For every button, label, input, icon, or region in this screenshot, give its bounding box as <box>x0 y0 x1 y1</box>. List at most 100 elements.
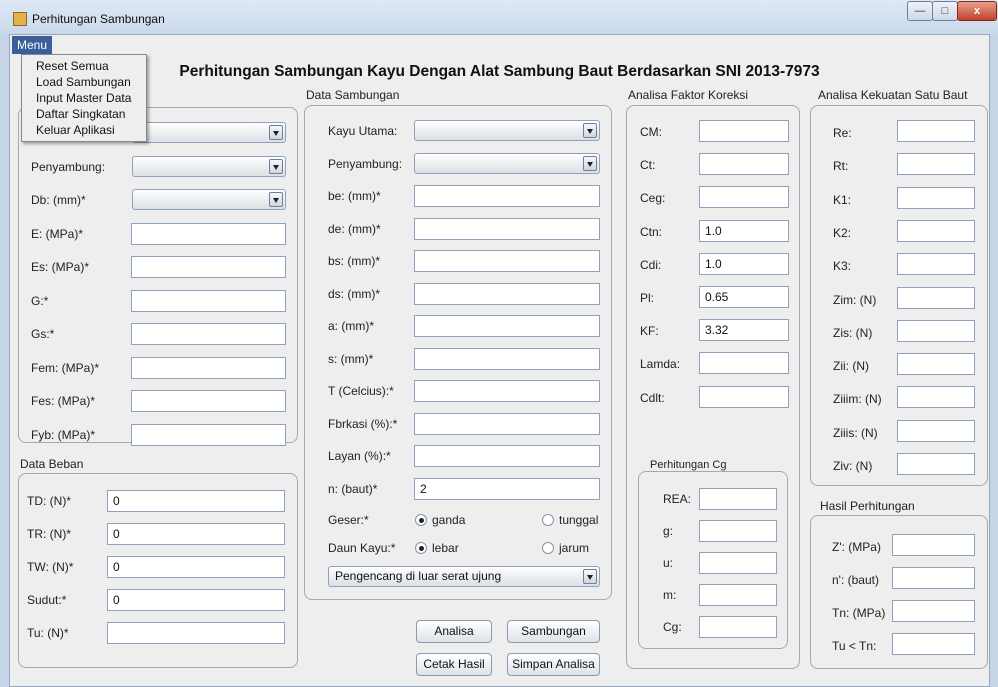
input-sudut[interactable]: 0 <box>107 589 285 611</box>
input-de-mm[interactable] <box>414 217 600 240</box>
menu-item-reset-semua[interactable]: Reset Semua <box>22 58 146 74</box>
radio-label-jarum: jarum <box>559 541 590 555</box>
radio-dot-lebar[interactable] <box>415 542 427 554</box>
menu-item-keluar-aplikasi[interactable]: Keluar Aplikasi <box>22 122 146 138</box>
input-ziiis-n[interactable] <box>897 419 975 442</box>
dropdown-penyambung[interactable] <box>132 155 286 177</box>
input-n-baut[interactable]: 2 <box>414 477 600 500</box>
input-tw-n[interactable]: 0 <box>107 556 285 578</box>
label-zim-n: Zim: (N) <box>833 292 877 307</box>
label-cm: CM: <box>640 125 662 139</box>
menu-popup: Reset Semua Load Sambungan Input Master Da… <box>21 54 147 142</box>
input-hasil-n-baut[interactable] <box>892 567 975 589</box>
radio-dot-jarum[interactable] <box>542 542 554 554</box>
label-cg-m: m: <box>663 588 677 602</box>
input-tr-n[interactable]: 0 <box>107 523 285 545</box>
input-fes-mpa[interactable] <box>131 390 286 412</box>
input-s-mm[interactable] <box>414 347 600 370</box>
input-k2[interactable] <box>897 219 975 242</box>
input-hasil-tu-tn[interactable] <box>892 633 975 655</box>
input-e-mpa[interactable] <box>131 222 286 245</box>
input-fyb-mpa[interactable] <box>131 423 286 446</box>
input-ziiim-n[interactable] <box>897 386 975 409</box>
radio-lebar[interactable]: lebar <box>415 541 495 555</box>
radio-tunggal[interactable]: tunggal <box>542 513 622 527</box>
input-cdi[interactable]: 1.0 <box>699 252 789 275</box>
menu-item-daftar-singkatan[interactable]: Daftar Singkatan <box>22 106 146 122</box>
input-hasil-tn-mpa[interactable] <box>892 600 975 622</box>
radio-jarum[interactable]: jarum <box>542 541 622 555</box>
input-k3[interactable] <box>897 253 975 276</box>
label-layan: Layan (%):* <box>328 449 391 463</box>
close-button[interactable]: x <box>957 1 997 21</box>
dropdown-penyambung[interactable] <box>414 152 600 174</box>
chevron-down-icon[interactable] <box>269 125 283 140</box>
input-zim-n[interactable] <box>897 286 975 309</box>
input-gs[interactable] <box>131 323 286 345</box>
input-tu-n[interactable] <box>107 622 285 644</box>
input-ct[interactable] <box>699 153 789 176</box>
label-ceg: Ceg: <box>640 191 666 206</box>
menu-item-load-sambungan[interactable]: Load Sambungan <box>22 74 146 90</box>
sambungan-button[interactable]: Sambungan <box>507 620 600 643</box>
chevron-down-icon[interactable] <box>583 569 597 584</box>
geser-label: Geser:* <box>328 513 369 527</box>
input-layan[interactable] <box>414 445 600 467</box>
input-cg-cg[interactable] <box>699 616 777 638</box>
input-g[interactable] <box>131 289 286 312</box>
input-zii-n[interactable] <box>897 353 975 376</box>
input-hasil-z-mpa[interactable] <box>892 534 975 556</box>
dropdown-pengencang[interactable]: Pengencang di luar serat ujung <box>328 566 600 587</box>
label-cg-cg: Cg: <box>663 620 682 634</box>
dropdown-db-mm[interactable] <box>132 189 286 210</box>
dropdown-kayu-utama[interactable] <box>414 120 600 141</box>
label-k3: K3: <box>833 259 852 274</box>
input-ceg[interactable] <box>699 186 789 209</box>
label-a-mm: a: (mm)* <box>328 319 374 333</box>
input-fbrkasi[interactable] <box>414 412 600 435</box>
label-fbrkasi: Fbrkasi (%):* <box>328 416 398 431</box>
chevron-down-icon[interactable] <box>269 158 283 174</box>
input-cdlt[interactable] <box>699 385 789 408</box>
input-es-mpa[interactable] <box>131 256 286 278</box>
input-bs-mm[interactable] <box>414 250 600 272</box>
label-hasil-tn-mpa: Tn: (MPa) <box>832 606 886 620</box>
koreksi-title: Analisa Faktor Koreksi <box>628 88 749 102</box>
input-rt[interactable] <box>897 153 975 176</box>
menu-button[interactable]: Menu <box>12 36 53 54</box>
input-cg-rea[interactable] <box>699 488 777 510</box>
input-lamda[interactable] <box>699 352 789 375</box>
radio-ganda[interactable]: ganda <box>415 513 495 527</box>
input-ds-mm[interactable] <box>414 282 600 305</box>
chevron-down-icon[interactable] <box>583 155 597 171</box>
menu-item-input-master-data[interactable]: Input Master Data <box>22 90 146 106</box>
dropdown-kayu-utama[interactable] <box>132 122 286 143</box>
analisa-button[interactable]: Analisa <box>416 620 492 643</box>
input-td-n[interactable]: 0 <box>107 490 285 512</box>
minimize-button[interactable]: — <box>907 1 933 21</box>
input-cm[interactable] <box>699 120 789 142</box>
cetak-hasil-button[interactable]: Cetak Hasil <box>416 653 492 676</box>
simpan-analisa-button[interactable]: Simpan Analisa <box>507 653 600 676</box>
input-cg-u[interactable] <box>699 552 777 574</box>
radio-dot-ganda[interactable] <box>415 514 427 526</box>
input-be-mm[interactable] <box>414 185 600 207</box>
radio-dot-tunggal[interactable] <box>542 514 554 526</box>
input-ziv-n[interactable] <box>897 453 975 475</box>
chevron-down-icon[interactable] <box>583 123 597 138</box>
maximize-button[interactable]: □ <box>932 1 958 21</box>
input-re[interactable] <box>897 120 975 142</box>
input-t-celcius[interactable] <box>414 380 600 402</box>
label-k2: K2: <box>833 225 852 240</box>
input-ctn[interactable]: 1.0 <box>699 219 789 242</box>
input-zis-n[interactable] <box>897 319 975 342</box>
input-fem-mpa[interactable] <box>131 356 286 379</box>
input-kf[interactable]: 3.32 <box>699 319 789 342</box>
input-cg-m[interactable] <box>699 584 777 606</box>
chevron-down-icon[interactable] <box>269 192 283 207</box>
label-ct: Ct: <box>640 158 656 173</box>
input-cg-g[interactable] <box>699 520 777 542</box>
input-k1[interactable] <box>897 186 975 209</box>
input-pl[interactable]: 0.65 <box>699 286 789 308</box>
input-a-mm[interactable] <box>414 315 600 337</box>
